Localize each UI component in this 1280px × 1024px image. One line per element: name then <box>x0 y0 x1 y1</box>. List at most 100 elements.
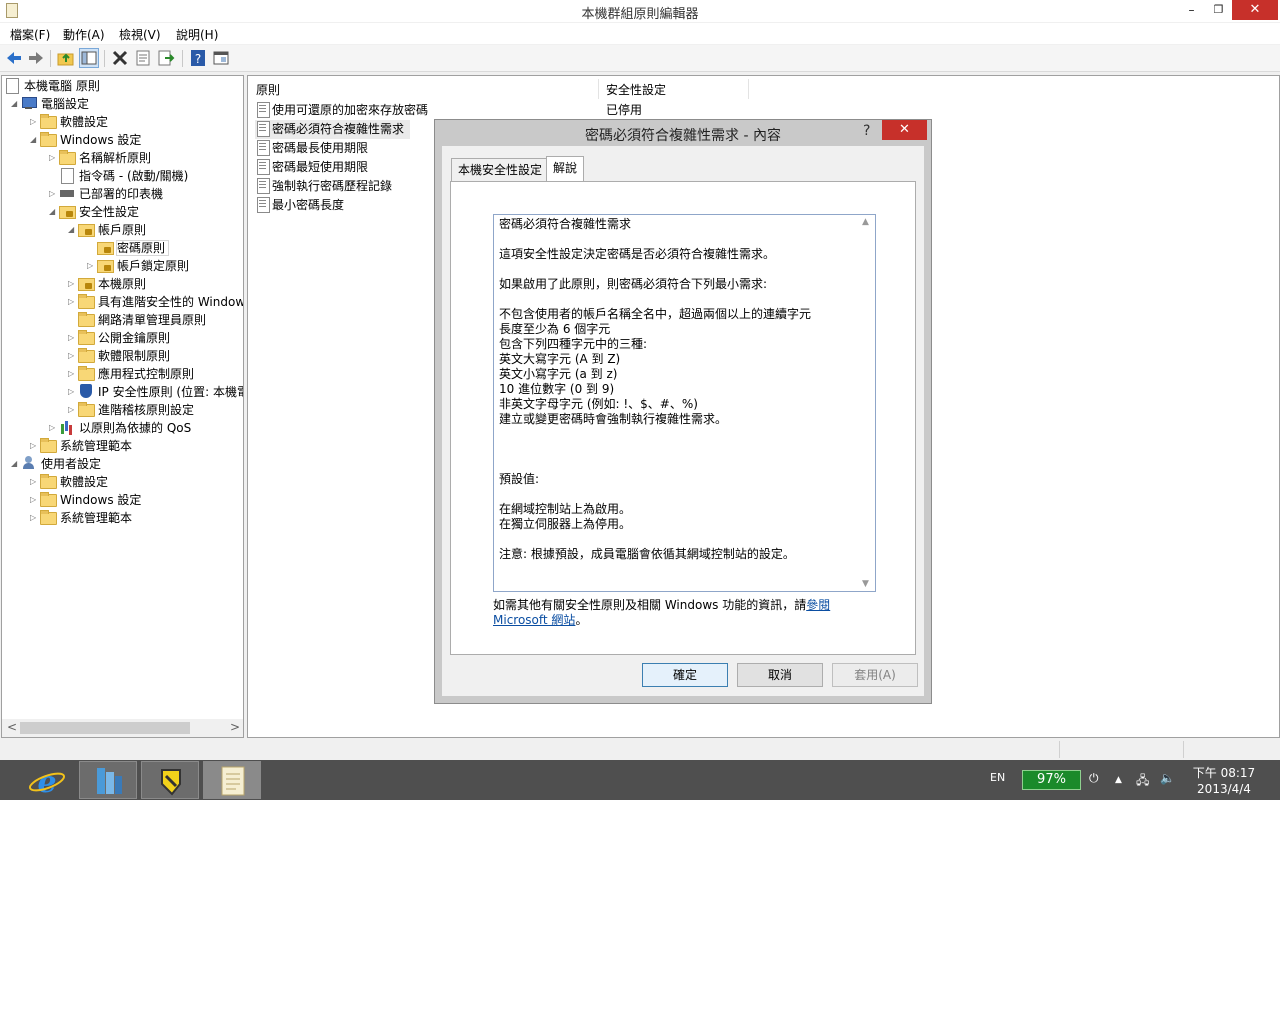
tab-local-security-setting[interactable]: 本機安全性設定 <box>451 158 550 181</box>
collapsed-arrow-icon[interactable]: ▷ <box>68 383 78 401</box>
tree-item-password-policy[interactable]: 密碼原則 <box>87 239 170 257</box>
properties-icon[interactable] <box>134 49 152 67</box>
list-row-selected[interactable]: 密碼必須符合複雜性需求 <box>255 120 411 139</box>
back-icon[interactable] <box>5 49 23 67</box>
tree-item-user-admin-templates[interactable]: ▷ 系統管理範本 <box>30 509 132 527</box>
menu-help[interactable]: 說明(H) <box>176 26 218 43</box>
tree-item-security-settings[interactable]: ◢ 安全性設定 <box>49 203 139 221</box>
tree-item-public-key-policies[interactable]: ▷ 公開金鑰原則 <box>68 329 170 347</box>
console-icon[interactable] <box>212 49 230 67</box>
tree-item-software-settings[interactable]: ▷ 軟體設定 <box>30 113 108 131</box>
cancel-button[interactable]: 取消 <box>737 663 823 687</box>
collapsed-arrow-icon[interactable]: ▷ <box>49 149 59 167</box>
tree-item-local-policies[interactable]: ▷ 本機原則 <box>68 275 146 293</box>
dialog-close-button[interactable]: ✕ <box>882 120 927 140</box>
close-window-button[interactable]: ✕ <box>1232 0 1278 20</box>
notepad-icon[interactable] <box>203 761 261 799</box>
input-language-indicator[interactable]: EN <box>990 771 1005 784</box>
collapsed-arrow-icon[interactable]: ▷ <box>30 491 40 509</box>
collapsed-arrow-icon[interactable]: ▷ <box>30 113 40 131</box>
explain-vertical-scrollbar[interactable]: ▲ ▼ <box>858 215 875 591</box>
scroll-up-arrow-icon[interactable]: ▲ <box>862 217 869 227</box>
tree-item-user-software-settings[interactable]: ▷ 軟體設定 <box>30 473 108 491</box>
status-divider <box>1183 741 1184 758</box>
collapsed-arrow-icon[interactable]: ▷ <box>30 437 40 455</box>
tab-explain[interactable]: 解說 <box>546 156 585 182</box>
maximize-button[interactable]: ❐ <box>1205 0 1232 20</box>
collapsed-arrow-icon[interactable]: ▷ <box>68 329 78 347</box>
system-clock[interactable]: 下午 08:17 2013/4/4 <box>1186 765 1262 797</box>
volume-icon[interactable]: 🔈 <box>1160 771 1175 785</box>
list-row[interactable]: 密碼最長使用期限 <box>255 139 368 158</box>
tree-item-account-lockout-policy[interactable]: ▷ 帳戶鎖定原則 <box>87 257 189 275</box>
network-icon[interactable]: 🖧 <box>1136 771 1149 792</box>
menu-view[interactable]: 檢視(V) <box>119 26 161 43</box>
expanded-arrow-icon[interactable]: ◢ <box>11 455 21 473</box>
tree-item-user-config[interactable]: ◢ 使用者設定 <box>11 455 101 473</box>
column-header-policy[interactable]: 原則 <box>248 79 598 101</box>
tree-item-advanced-audit[interactable]: ▷ 進階稽核原則設定 <box>68 401 194 419</box>
scroll-down-arrow-icon[interactable]: ▼ <box>862 579 869 589</box>
collapsed-arrow-icon[interactable]: ▷ <box>49 419 59 437</box>
policy-item-icon <box>255 140 270 156</box>
column-divider[interactable] <box>748 79 749 99</box>
tree-item-ip-security[interactable]: ▷ IP 安全性原則 (位置: 本機電 <box>68 383 243 401</box>
collapsed-arrow-icon[interactable]: ▷ <box>68 347 78 365</box>
menu-action[interactable]: 動作(A) <box>63 26 105 43</box>
collapsed-arrow-icon[interactable]: ▷ <box>68 293 78 311</box>
tree-item-computer-config[interactable]: ◢ 電腦設定 <box>11 95 89 113</box>
export-list-icon[interactable] <box>157 49 175 67</box>
tree-item-qos[interactable]: ▷ 以原則為依據的 QoS <box>49 419 191 437</box>
internet-explorer-icon[interactable]: e <box>18 761 76 800</box>
minimize-button[interactable]: – <box>1178 0 1205 20</box>
sticky-app-icon[interactable] <box>141 761 199 799</box>
tree-item-user-windows-settings[interactable]: ▷ Windows 設定 <box>30 491 141 509</box>
expanded-arrow-icon[interactable]: ◢ <box>68 221 78 239</box>
show-hide-tree-icon[interactable] <box>79 48 99 68</box>
tree-item-software-restriction[interactable]: ▷ 軟體限制原則 <box>68 347 170 365</box>
collapsed-arrow-icon[interactable]: ▷ <box>30 509 40 527</box>
collapsed-arrow-icon[interactable]: ▷ <box>68 401 78 419</box>
list-row[interactable]: 最小密碼長度 <box>255 196 344 215</box>
server-manager-icon[interactable] <box>79 761 137 799</box>
list-row[interactable]: 密碼最短使用期限 <box>255 158 368 177</box>
battery-indicator[interactable]: 97% <box>1022 770 1081 790</box>
menu-file[interactable]: 檔案(F) <box>10 26 50 43</box>
collapsed-arrow-icon[interactable]: ▷ <box>87 257 97 275</box>
tree-item-deployed-printers[interactable]: ▷ 已部署的印表機 <box>49 185 163 203</box>
tree-item-scripts[interactable]: 指令碼 - (啟動/關機) <box>49 167 188 185</box>
scrollbar-thumb[interactable] <box>20 722 190 734</box>
forward-icon[interactable] <box>27 49 45 67</box>
tree-item-advanced-firewall[interactable]: ▷ 具有進階安全性的 Windows <box>68 293 243 311</box>
expanded-arrow-icon[interactable]: ◢ <box>30 131 40 149</box>
tree-item-app-control[interactable]: ▷ 應用程式控制原則 <box>68 365 194 383</box>
collapsed-arrow-icon[interactable]: ▷ <box>68 275 78 293</box>
help-icon[interactable]: ? <box>189 49 207 67</box>
tree-item-name-resolution-policy[interactable]: ▷ 名稱解析原則 <box>49 149 151 167</box>
collapsed-arrow-icon[interactable]: ▷ <box>30 473 40 491</box>
delete-icon[interactable] <box>111 49 129 67</box>
expanded-arrow-icon[interactable]: ◢ <box>11 95 21 113</box>
scroll-right-arrow-icon[interactable]: > <box>230 720 240 734</box>
show-hidden-icons-icon[interactable]: ▲ <box>1115 775 1122 785</box>
scroll-left-arrow-icon[interactable]: < <box>7 720 17 734</box>
up-folder-icon[interactable] <box>57 49 75 67</box>
power-plug-icon[interactable]: ⏻ <box>1089 771 1099 786</box>
list-row[interactable]: 強制執行密碼歷程記錄 <box>255 177 392 196</box>
tree-item-windows-settings[interactable]: ◢ Windows 設定 <box>30 131 141 149</box>
dialog-title-bar[interactable]: 密碼必須符合複雜性需求 - 內容 ? ✕ <box>435 120 931 146</box>
column-header-setting[interactable]: 安全性設定 <box>598 79 748 101</box>
ok-button[interactable]: 確定 <box>642 663 728 687</box>
collapsed-arrow-icon[interactable]: ▷ <box>49 185 59 203</box>
expanded-arrow-icon[interactable]: ◢ <box>49 203 59 221</box>
tree-item-network-list-manager[interactable]: 網路清單管理員原則 <box>68 311 206 329</box>
tree-item-root[interactable]: 本機電腦 原則 <box>4 77 100 95</box>
tree-horizontal-scrollbar[interactable]: < > <box>2 719 243 737</box>
dialog-help-button[interactable]: ? <box>863 123 870 139</box>
collapsed-arrow-icon[interactable]: ▷ <box>68 365 78 383</box>
list-row[interactable]: 使用可還原的加密來存放密碼 <box>255 101 428 120</box>
tree-item-account-policies[interactable]: ◢ 帳戶原則 <box>68 221 146 239</box>
tree-item-admin-templates[interactable]: ▷ 系統管理範本 <box>30 437 132 455</box>
explain-text-box[interactable]: 密碼必須符合複雜性需求 這項安全性設定決定密碼是否必須符合複雜性需求。 如果啟用了此… <box>493 214 876 592</box>
apply-button[interactable]: 套用(A) <box>832 663 918 687</box>
